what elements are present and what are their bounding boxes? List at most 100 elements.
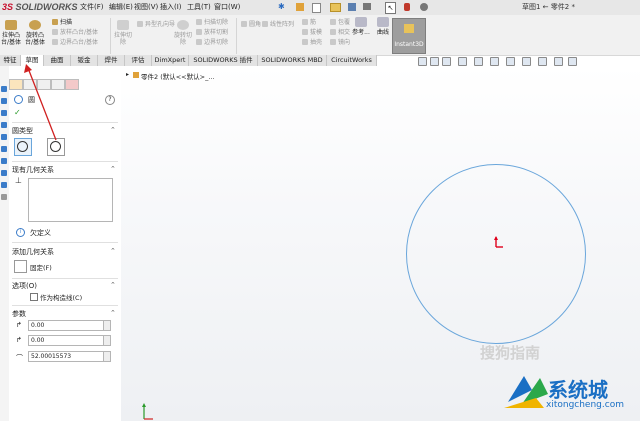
sketch-tool-icon[interactable] [1,170,7,176]
reference-geometry-button[interactable]: 参考... [350,17,372,36]
loft-boss-button[interactable]: 放样凸台/基体 [52,29,98,37]
hole-wizard-button[interactable]: 异型孔向导 [137,21,175,29]
boundary-boss-button[interactable]: 边界凸台/基体 [52,39,98,47]
previous-view-icon[interactable] [442,57,451,66]
instant3d-button[interactable]: Instant3D [392,18,426,54]
center-y-input[interactable]: 0.00 [28,335,104,346]
radius-icon: ⌒ [16,354,23,362]
ok-checkmark-icon[interactable]: ✓ [14,108,21,117]
print-icon[interactable] [363,3,371,10]
sketch-tool-icon[interactable] [1,98,7,104]
save-icon[interactable] [348,3,356,11]
command-manager-ribbon: 拉伸凸 台/基体 旋转凸 台/基体 扫描 放样凸台/基体 边界凸台/基体 拉伸切… [0,15,640,56]
tab-weldments[interactable]: 焊件 [98,55,125,66]
fix-relation-label[interactable]: 固定(F) [30,262,52,272]
sweep-cut-button[interactable]: 扫描切除 [196,19,228,27]
sketch-tool-icon[interactable] [1,86,7,92]
sketch-tool-icon[interactable] [1,110,7,116]
options-icon[interactable] [420,3,428,11]
construction-label: 作为构造线(C) [40,294,83,302]
menu-view[interactable]: 视图(V) [134,2,158,13]
feature-tree-node[interactable]: 零件2 (默认<<默认>_... [141,71,215,81]
divider [12,161,118,162]
zoom-to-area-icon[interactable] [430,57,439,66]
fillet-button[interactable]: 圆角 [241,21,261,29]
zoom-to-fit-icon[interactable] [418,57,427,66]
shell-icon [302,39,308,45]
open-icon[interactable] [330,3,341,12]
sketch-tool-icon[interactable] [1,182,7,188]
collapse-chevron-icon[interactable]: ⌃ [110,165,116,173]
monitor-icon[interactable] [568,57,577,66]
linear-pattern-button[interactable]: 线性阵列 [262,21,294,29]
relations-icon: ⊥ [15,176,22,185]
tab-dimxpert[interactable]: DimXpert [152,55,189,66]
sketch-circle[interactable] [406,164,586,344]
sketch-tool-icon[interactable] [1,122,7,128]
revolve-cut-button[interactable]: 旋转切 除 [172,20,194,46]
display-manager-tab-icon[interactable] [65,79,79,90]
rebuild-icon[interactable] [404,3,410,11]
tab-solidworks-mbd[interactable]: SOLIDWORKS MBD [258,55,327,66]
section-view-icon[interactable] [458,57,467,66]
shell-button[interactable]: 抽壳 [302,39,322,47]
menu-file[interactable]: 文件(F) [80,2,104,13]
menu-window[interactable]: 窗口(W) [214,2,240,13]
draft-button[interactable]: 拔模 [302,29,322,37]
expand-arrow-icon[interactable]: ▸ [126,71,129,78]
center-y-spinner[interactable] [103,335,111,346]
title-bar: 3S SOLIDWORKS 文件(F) 编辑(E) 视图(V) 插入(I) 工具… [0,0,640,16]
loft-cut-button[interactable]: 放样切割 [196,29,228,37]
tab-evaluate[interactable]: 评估 [125,55,152,66]
sketch-tool-icon[interactable] [1,134,7,140]
cut-extrude-button[interactable]: 拉伸切 除 [112,20,134,46]
menu-tools[interactable]: 工具(T) [187,2,211,13]
collapse-chevron-icon[interactable]: ⌃ [110,309,116,317]
view-orientation-icon[interactable] [474,57,483,66]
radius-spinner[interactable] [103,351,111,362]
pin-icon[interactable]: ✱ [278,3,285,11]
edit-appearance-icon[interactable] [522,57,531,66]
sketch-tool-icon[interactable] [1,158,7,164]
divider [12,278,118,279]
construction-checkbox[interactable] [30,293,38,301]
tab-features[interactable]: 特征 [0,55,21,66]
hide-show-items-icon[interactable] [506,57,515,66]
intersect-button[interactable]: 相交 [330,29,350,37]
home-icon[interactable] [296,3,304,11]
mirror-button[interactable]: 镜向 [330,39,350,47]
sweep-button[interactable]: 扫描 [52,19,72,27]
revolve-boss-button[interactable]: 旋转凸 台/基体 [24,20,46,46]
curves-icon [377,17,389,27]
display-style-icon[interactable] [490,57,499,66]
fix-relation-icon[interactable] [14,260,27,273]
apply-scene-icon[interactable] [538,57,547,66]
sweep-icon [52,19,58,25]
radius-input[interactable]: 52.00015573 [28,351,104,362]
curves-button[interactable]: 曲线 [372,17,394,36]
ribbon-separator [110,18,111,54]
menu-insert[interactable]: 插入(I) [160,2,182,13]
sketch-tool-icon[interactable] [1,194,7,200]
tab-solidworks-addins[interactable]: SOLIDWORKS 插件 [189,55,258,66]
property-manager-tab-icon[interactable] [9,79,23,90]
menu-edit[interactable]: 编辑(E) [109,2,133,13]
tab-circuitworks[interactable]: CircuitWorks [327,55,377,66]
help-icon[interactable]: ? [105,95,115,105]
center-x-spinner[interactable] [103,320,111,331]
collapse-chevron-icon[interactable]: ⌃ [110,281,116,289]
existing-relations-list[interactable] [28,178,113,222]
tab-sheet-metal[interactable]: 钣金 [71,55,98,66]
view-settings-icon[interactable] [554,57,563,66]
coordinate-triad-icon [142,403,153,420]
boundary-cut-button[interactable]: 边界切除 [196,39,228,47]
wrap-button[interactable]: 包覆 [330,19,350,27]
new-document-icon[interactable] [312,3,321,13]
extrude-boss-button[interactable]: 拉伸凸 台/基体 [0,20,22,46]
collapse-chevron-icon[interactable]: ⌃ [110,126,116,134]
collapse-chevron-icon[interactable]: ⌃ [110,247,116,255]
select-cursor-icon[interactable]: ↖ [385,2,396,14]
rib-button[interactable]: 筋 [302,19,316,27]
sketch-tool-icon[interactable] [1,146,7,152]
center-x-input[interactable]: 0.00 [28,320,104,331]
